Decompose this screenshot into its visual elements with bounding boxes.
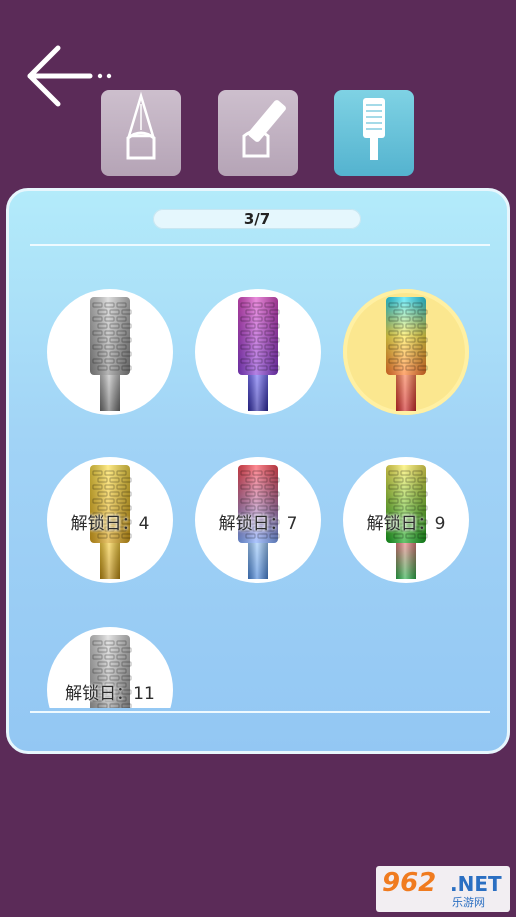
- top-divider: [30, 244, 490, 246]
- drill-bit-1-icon: [90, 297, 132, 411]
- bottom-divider: [30, 711, 490, 713]
- nail-polish-tab[interactable]: [218, 90, 298, 176]
- drill-bit-icon: [363, 98, 385, 160]
- drill-bit-3-icon: [386, 297, 428, 411]
- nail-shape-tab[interactable]: [101, 90, 181, 176]
- progress-label: 3/7: [243, 210, 271, 228]
- unlock-day-label: 解锁日：4: [70, 514, 150, 534]
- unlock-day-label: 解锁日：9: [366, 514, 446, 534]
- drill-bit-slot-2[interactable]: [195, 289, 321, 415]
- nail-file-shape-icon: [126, 91, 156, 160]
- unlock-day-label: 解锁日：11: [65, 684, 155, 704]
- scroll-clip: 解锁日：11: [40, 622, 180, 708]
- nail-brush-icon: [242, 100, 286, 158]
- watermark-site: 乐游网: [452, 896, 485, 909]
- watermark-number: 962: [382, 868, 437, 898]
- drill-bit-2-icon: [238, 297, 280, 411]
- drill-bit-slot-5[interactable]: 解锁日：7: [195, 457, 321, 583]
- drill-bit-slot-1[interactable]: [47, 289, 173, 415]
- drill-bit-slot-4[interactable]: 解锁日：4: [47, 457, 173, 583]
- drill-bit-slot-3[interactable]: [343, 289, 469, 415]
- watermark-domain: .NET: [450, 872, 502, 896]
- progress-bar: 3/7: [153, 209, 361, 229]
- watermark-logo: 962 .NET 乐游网: [376, 866, 510, 912]
- drill-bit-tab[interactable]: [334, 90, 414, 176]
- drill-bit-slot-6[interactable]: 解锁日：9: [343, 457, 469, 583]
- unlock-day-label: 解锁日：7: [218, 514, 298, 534]
- drill-bit-slot-7[interactable]: 解锁日：11: [47, 627, 173, 708]
